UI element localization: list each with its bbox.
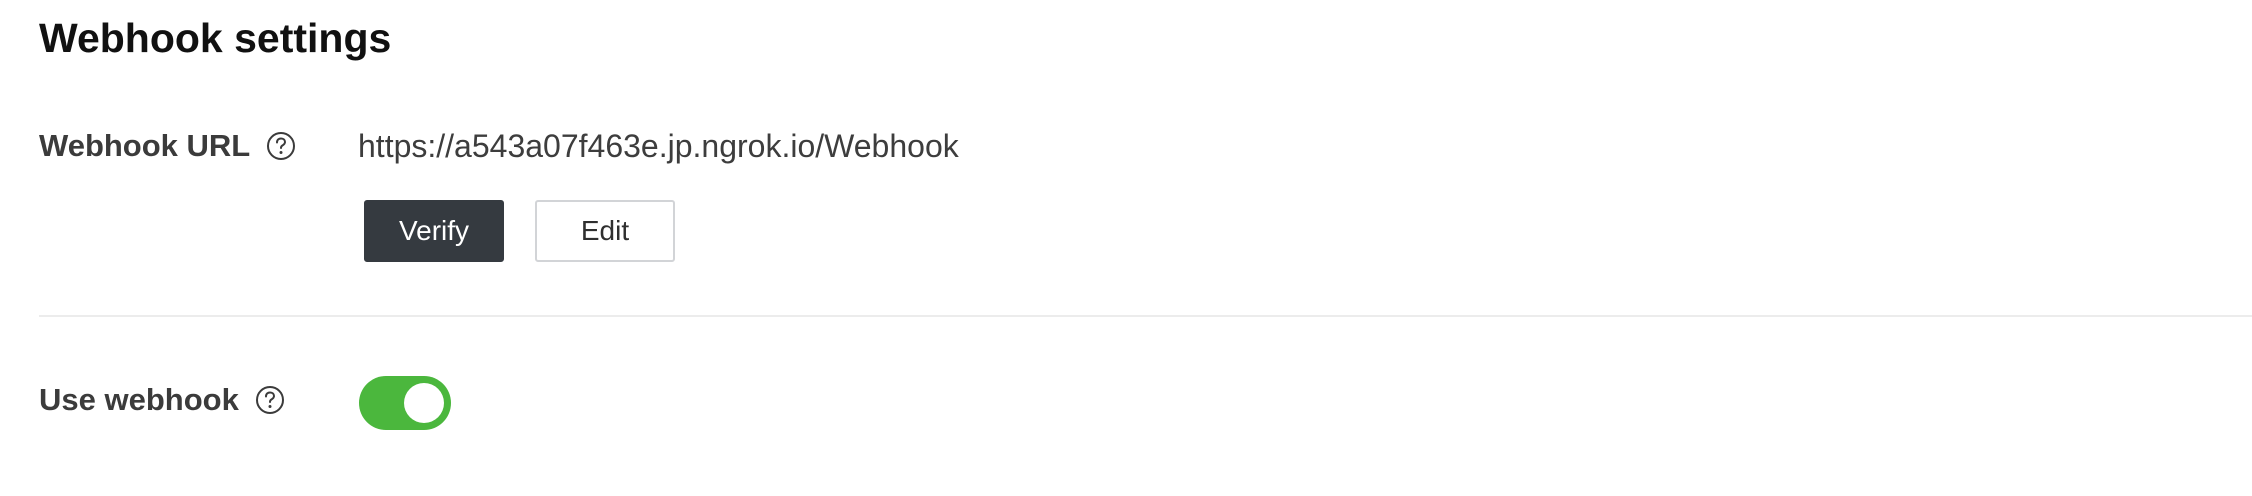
section-title: Webhook settings bbox=[39, 15, 392, 61]
toggle-knob bbox=[404, 383, 444, 423]
use-webhook-row-label: Use webhook bbox=[39, 380, 285, 420]
verify-button[interactable]: Verify bbox=[364, 200, 504, 262]
question-circle-icon[interactable] bbox=[266, 131, 296, 161]
question-circle-icon[interactable] bbox=[255, 385, 285, 415]
webhook-url-row-label: Webhook URL bbox=[39, 126, 296, 166]
edit-button[interactable]: Edit bbox=[535, 200, 675, 262]
webhook-url-label: Webhook URL bbox=[39, 128, 251, 163]
use-webhook-label: Use webhook bbox=[39, 382, 239, 417]
use-webhook-toggle[interactable] bbox=[359, 376, 451, 430]
webhook-url-value: https://a543a07f463e.jp.ngrok.io/Webhook bbox=[358, 128, 959, 164]
section-divider bbox=[39, 315, 2252, 317]
